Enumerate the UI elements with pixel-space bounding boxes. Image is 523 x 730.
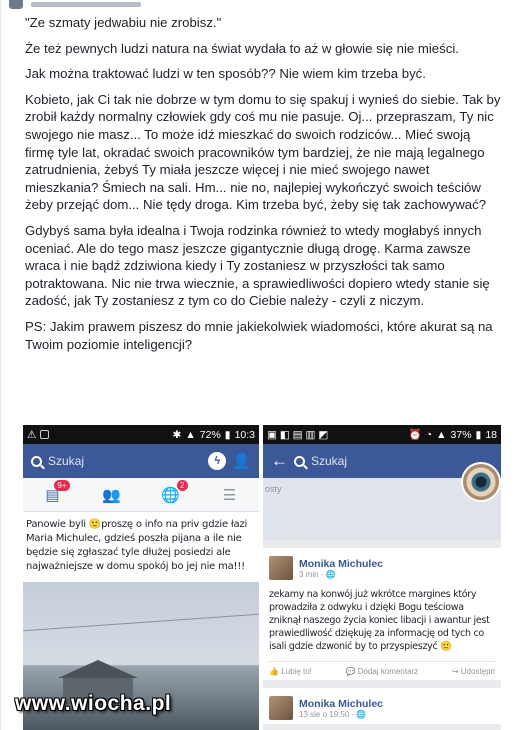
facebook-tab-bar: ▤ 9+ 👥 🌐 2 ☰ <box>23 478 259 512</box>
messenger-status-icon: ⚠ <box>27 428 37 441</box>
post-paragraph: Kobieto, jak Ci tak nie dobrze w tym dom… <box>25 91 501 213</box>
screenshot-post-text: Panowie byli 🙂proszę o info na priv gdzi… <box>23 512 259 582</box>
post-header: Monika Michulec 3 min · 🌐 <box>269 556 495 580</box>
post-actions: 👍 Lubię to! 💬 Dodaj komentarz ↪ Udostępn <box>269 661 495 676</box>
comment-label: Dodaj komentarz <box>357 667 419 676</box>
profile-post-text: zekamy na konwój już wkrótce margines kt… <box>269 589 490 652</box>
like-button[interactable]: 👍 Lubię to! <box>269 667 312 676</box>
battery-level: 37% <box>450 428 472 441</box>
profile-post: Monika Michulec 3 min · 🌐 zekamy na konw… <box>263 548 501 680</box>
author-avatar[interactable] <box>269 696 293 720</box>
post-card: "Ze szmaty jedwabiu nie zrobisz." Że też… <box>0 0 523 730</box>
search-icon[interactable] <box>294 455 305 467</box>
alarm-icon: ⏰ <box>408 429 422 441</box>
messenger-icon[interactable]: ϟ <box>208 452 227 470</box>
clock: 18 <box>485 428 497 441</box>
site-watermark: www.wiocha.pl <box>15 692 172 715</box>
post-paragraph: Gdybyś sama była idealna i Twoja rodzink… <box>25 222 490 309</box>
search-icon[interactable] <box>31 455 42 467</box>
battery-icon: ▮ <box>224 428 231 441</box>
wifi-icon: ◔ <box>425 428 433 441</box>
post-header: Monika Michulec 13 sie o 19:50 · 🌐 <box>269 696 495 720</box>
post-header-cropped <box>1 0 523 12</box>
screenshot-left[interactable]: ⚠ ✱ ▲ 72% ▮ 10:3 Szukaj ϟ 👤 ▤9+ 👥 🌐2 ☰ <box>23 425 259 730</box>
comment-button[interactable]: 💬 Dodaj komentarz <box>346 667 419 676</box>
author-name[interactable]: Monika Michulec <box>299 558 383 570</box>
bluetooth-icon: ✱ <box>172 428 182 441</box>
post-paragraph: PS: Jakim prawem piszesz do mnie jakieko… <box>25 318 493 352</box>
signal-icon: ▲ <box>185 428 196 441</box>
notification-icons: ▣ ◧ ▤ ▥ ◩ <box>267 428 329 441</box>
app-status-icon <box>40 430 50 439</box>
author-avatar[interactable] <box>269 556 293 580</box>
share-label: Udostępn <box>460 667 495 676</box>
back-arrow-icon[interactable]: ← <box>271 451 288 471</box>
signal-icon: ▲ <box>436 428 447 441</box>
profile-cover: osty <box>263 462 501 540</box>
post-paragraph: "Ze szmaty jedwabiu nie zrobisz." <box>25 15 222 30</box>
comment-icon: 💬 <box>345 667 358 676</box>
phone-status-bar: ▣ ◧ ▤ ▥ ◩ ⏰ ◔ ▲ 37% ▮ 18 <box>263 425 501 444</box>
tab-notifications[interactable]: 🌐 2 <box>156 479 188 504</box>
phone-status-bar: ⚠ ✱ ▲ 72% ▮ 10:3 <box>23 425 259 444</box>
notifications-badge: 2 <box>177 479 188 491</box>
tab-news-feed[interactable]: ▤ 9+ <box>38 479 70 504</box>
battery-icon: ▮ <box>475 428 482 441</box>
post-time-text: 3 min · <box>299 569 326 579</box>
screenshot-right[interactable]: ▣ ◧ ▤ ▥ ◩ ⏰ ◔ ▲ 37% ▮ 18 ← Szukaj osty M… <box>263 425 501 730</box>
globe-icon: 🌐 <box>356 709 367 719</box>
cover-label: osty <box>265 484 282 494</box>
globe-icon: 🌐 <box>325 569 336 579</box>
facebook-top-bar: Szukaj ϟ 👤 <box>23 444 259 478</box>
post-time: 3 min · 🌐 <box>299 570 383 579</box>
author-name[interactable]: Monika Michulec <box>299 698 383 710</box>
post-body: "Ze szmaty jedwabiu nie zrobisz." Że też… <box>25 14 503 361</box>
profile-picture[interactable] <box>461 462 501 502</box>
tab-friends[interactable]: 👥 <box>97 486 127 504</box>
post-paragraph: Jak można traktować ludzi w ten sposób??… <box>25 66 426 82</box>
share-icon: ↪ <box>451 667 461 676</box>
tab-menu[interactable]: ☰ <box>215 486 245 504</box>
clock: 10:3 <box>234 428 255 441</box>
search-input[interactable]: Szukaj <box>311 454 493 468</box>
like-icon: 👍 <box>269 667 282 676</box>
post-paragraph: Że też pewnych ludzi natura na świat wyd… <box>25 40 459 56</box>
friend-requests-icon[interactable]: 👤 <box>232 452 251 470</box>
profile-post: Monika Michulec 13 sie o 19:50 · 🌐 <box>263 688 501 724</box>
attached-screenshots: ⚠ ✱ ▲ 72% ▮ 10:3 Szukaj ϟ 👤 ▤9+ 👥 🌐2 ☰ <box>23 425 501 730</box>
search-input[interactable]: Szukaj <box>48 454 202 468</box>
post-time: 13 sie o 19:50 · 🌐 <box>299 710 383 719</box>
like-label: Lubię to! <box>281 667 312 676</box>
post-time-text: 13 sie o 19:50 · <box>299 709 357 719</box>
post-meta <box>31 2 141 7</box>
share-button[interactable]: ↪ Udostępn <box>452 667 495 676</box>
author-avatar[interactable] <box>9 0 23 9</box>
home-badge: 9+ <box>54 479 70 491</box>
battery-level: 72% <box>199 428 221 441</box>
